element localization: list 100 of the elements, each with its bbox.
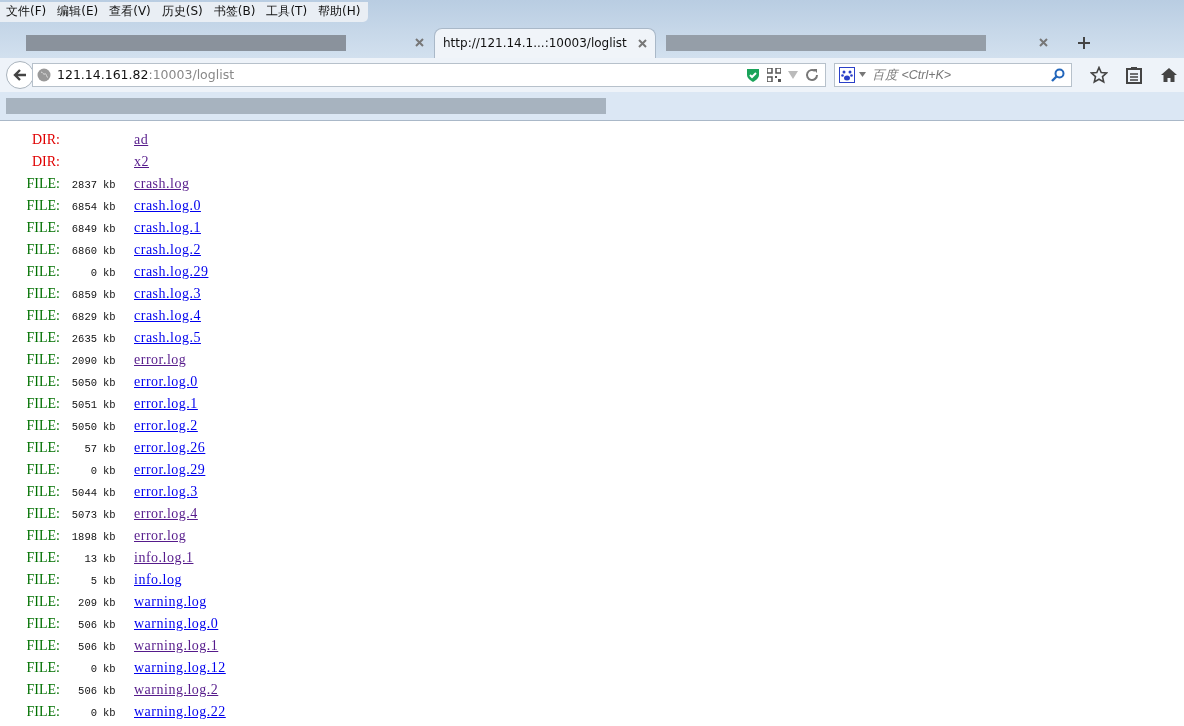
file-link[interactable]: crash.log.0 xyxy=(134,197,201,214)
file-label: FILE: xyxy=(25,351,60,368)
file-link[interactable]: error.log xyxy=(134,351,187,368)
shield-icon[interactable] xyxy=(745,66,761,83)
file-label: FILE: xyxy=(25,307,60,324)
menu-item[interactable]: 编辑(E) xyxy=(57,3,99,20)
file-link[interactable]: crash.log.5 xyxy=(134,329,201,346)
qr-code-icon[interactable] xyxy=(767,67,781,82)
file-link[interactable]: info.log xyxy=(134,571,182,588)
size-unit: kb xyxy=(103,706,117,719)
file-size: 0 xyxy=(89,706,97,719)
menu-item[interactable]: 工具(T) xyxy=(266,3,308,20)
back-button[interactable] xyxy=(6,60,34,89)
file-size: 5073 xyxy=(70,508,97,521)
file-size: 2837 xyxy=(70,178,97,191)
file-size: 13 xyxy=(83,552,97,565)
file-link[interactable]: crash.log.29 xyxy=(134,263,209,280)
file-size: 5 xyxy=(89,574,97,587)
file-size: 57 xyxy=(83,442,97,455)
file-link[interactable]: crash.log.2 xyxy=(134,241,201,258)
folder-link[interactable]: x2 xyxy=(134,153,149,170)
menu-item[interactable]: 书签(B) xyxy=(213,3,256,20)
file-link[interactable]: warning.log xyxy=(134,593,207,610)
file-link[interactable]: warning.log.22 xyxy=(134,703,226,720)
file-size: 209 xyxy=(77,596,97,609)
file-size: 0 xyxy=(89,464,97,477)
close-icon[interactable] xyxy=(415,38,424,47)
file-link[interactable]: warning.log.1 xyxy=(134,637,219,654)
file-link[interactable]: error.log.1 xyxy=(134,395,198,412)
menu-item[interactable]: 文件(F) xyxy=(6,3,47,20)
size-unit: kb xyxy=(103,178,117,191)
file-link[interactable]: error.log.0 xyxy=(134,373,198,390)
file-size: 6860 xyxy=(70,244,97,257)
file-link[interactable]: warning.log.2 xyxy=(134,681,219,698)
caret-icon[interactable] xyxy=(859,72,866,77)
size-unit: kb xyxy=(103,662,117,675)
size-unit: kb xyxy=(103,222,117,235)
close-icon[interactable] xyxy=(1039,38,1048,47)
size-unit: kb xyxy=(103,442,117,455)
file-label: FILE: xyxy=(25,373,60,390)
file-link[interactable]: info.log.1 xyxy=(134,549,194,566)
search-icon[interactable] xyxy=(1051,67,1065,82)
file-label: FILE: xyxy=(25,681,60,698)
back-arrow-icon xyxy=(12,66,28,83)
file-size: 1898 xyxy=(70,530,97,543)
reload-icon[interactable] xyxy=(805,67,819,82)
file-link[interactable]: error.log.3 xyxy=(134,483,198,500)
file-label: FILE: xyxy=(25,549,60,566)
size-unit: kb xyxy=(103,574,117,587)
clipboard-icon[interactable] xyxy=(1126,65,1142,84)
file-size: 5044 xyxy=(70,486,97,499)
file-link[interactable]: warning.log.0 xyxy=(134,615,219,632)
menu-item[interactable]: 查看(V) xyxy=(109,3,151,20)
search-field[interactable]: 百度 <Ctrl+K> xyxy=(870,66,1047,83)
file-label: FILE: xyxy=(25,571,60,588)
file-size: 5051 xyxy=(70,398,97,411)
browser-tab[interactable]: http://121.14.1...:10003/loglist xyxy=(434,27,656,58)
size-unit: kb xyxy=(103,200,117,213)
size-unit: kb xyxy=(103,376,117,389)
file-label: FILE: xyxy=(25,659,60,676)
file-link[interactable]: error.log.4 xyxy=(134,505,198,522)
file-link[interactable]: crash.log.1 xyxy=(134,219,201,236)
file-link[interactable]: crash.log.4 xyxy=(134,307,201,324)
file-size: 0 xyxy=(89,662,97,675)
file-size: 2090 xyxy=(70,354,97,367)
size-unit: kb xyxy=(103,508,117,521)
star-icon[interactable] xyxy=(1090,65,1108,84)
file-size: 6849 xyxy=(70,222,97,235)
home-icon[interactable] xyxy=(1160,66,1178,83)
file-label: FILE: xyxy=(25,417,60,434)
search-bar[interactable]: 百度 <Ctrl+K> xyxy=(834,62,1072,87)
file-label: FILE: xyxy=(25,615,60,632)
url-text: 121.14.161.82:10003/loglist xyxy=(57,67,235,82)
folder-link[interactable]: ad xyxy=(134,131,149,148)
size-unit: kb xyxy=(103,684,117,697)
size-unit: kb xyxy=(103,354,117,367)
dir-label: DIR: xyxy=(31,131,60,148)
menu-item[interactable]: 历史(S) xyxy=(161,3,203,20)
file-link[interactable]: warning.log.12 xyxy=(134,659,226,676)
file-label: FILE: xyxy=(25,483,60,500)
file-label: FILE: xyxy=(25,439,60,456)
file-size: 506 xyxy=(77,684,97,697)
file-label: FILE: xyxy=(25,197,60,214)
file-size: 506 xyxy=(77,640,97,653)
file-link[interactable]: error.log.2 xyxy=(134,417,198,434)
new-tab-icon[interactable] xyxy=(1078,36,1090,49)
address-field[interactable]: 121.14.161.82:10003/loglist xyxy=(32,62,826,87)
file-label: FILE: xyxy=(25,395,60,412)
size-unit: kb xyxy=(103,310,117,323)
menu-item[interactable]: 帮助(H) xyxy=(318,3,361,20)
close-icon[interactable] xyxy=(638,38,647,48)
size-unit: kb xyxy=(103,420,117,433)
file-link[interactable]: error.log xyxy=(134,527,187,544)
file-link[interactable]: crash.log.3 xyxy=(134,285,201,302)
file-link[interactable]: crash.log xyxy=(134,175,190,192)
file-size: 6854 xyxy=(70,200,97,213)
file-link[interactable]: error.log.29 xyxy=(134,461,206,478)
file-label: FILE: xyxy=(25,637,60,654)
paw-icon[interactable] xyxy=(839,66,855,83)
file-link[interactable]: error.log.26 xyxy=(134,439,206,456)
